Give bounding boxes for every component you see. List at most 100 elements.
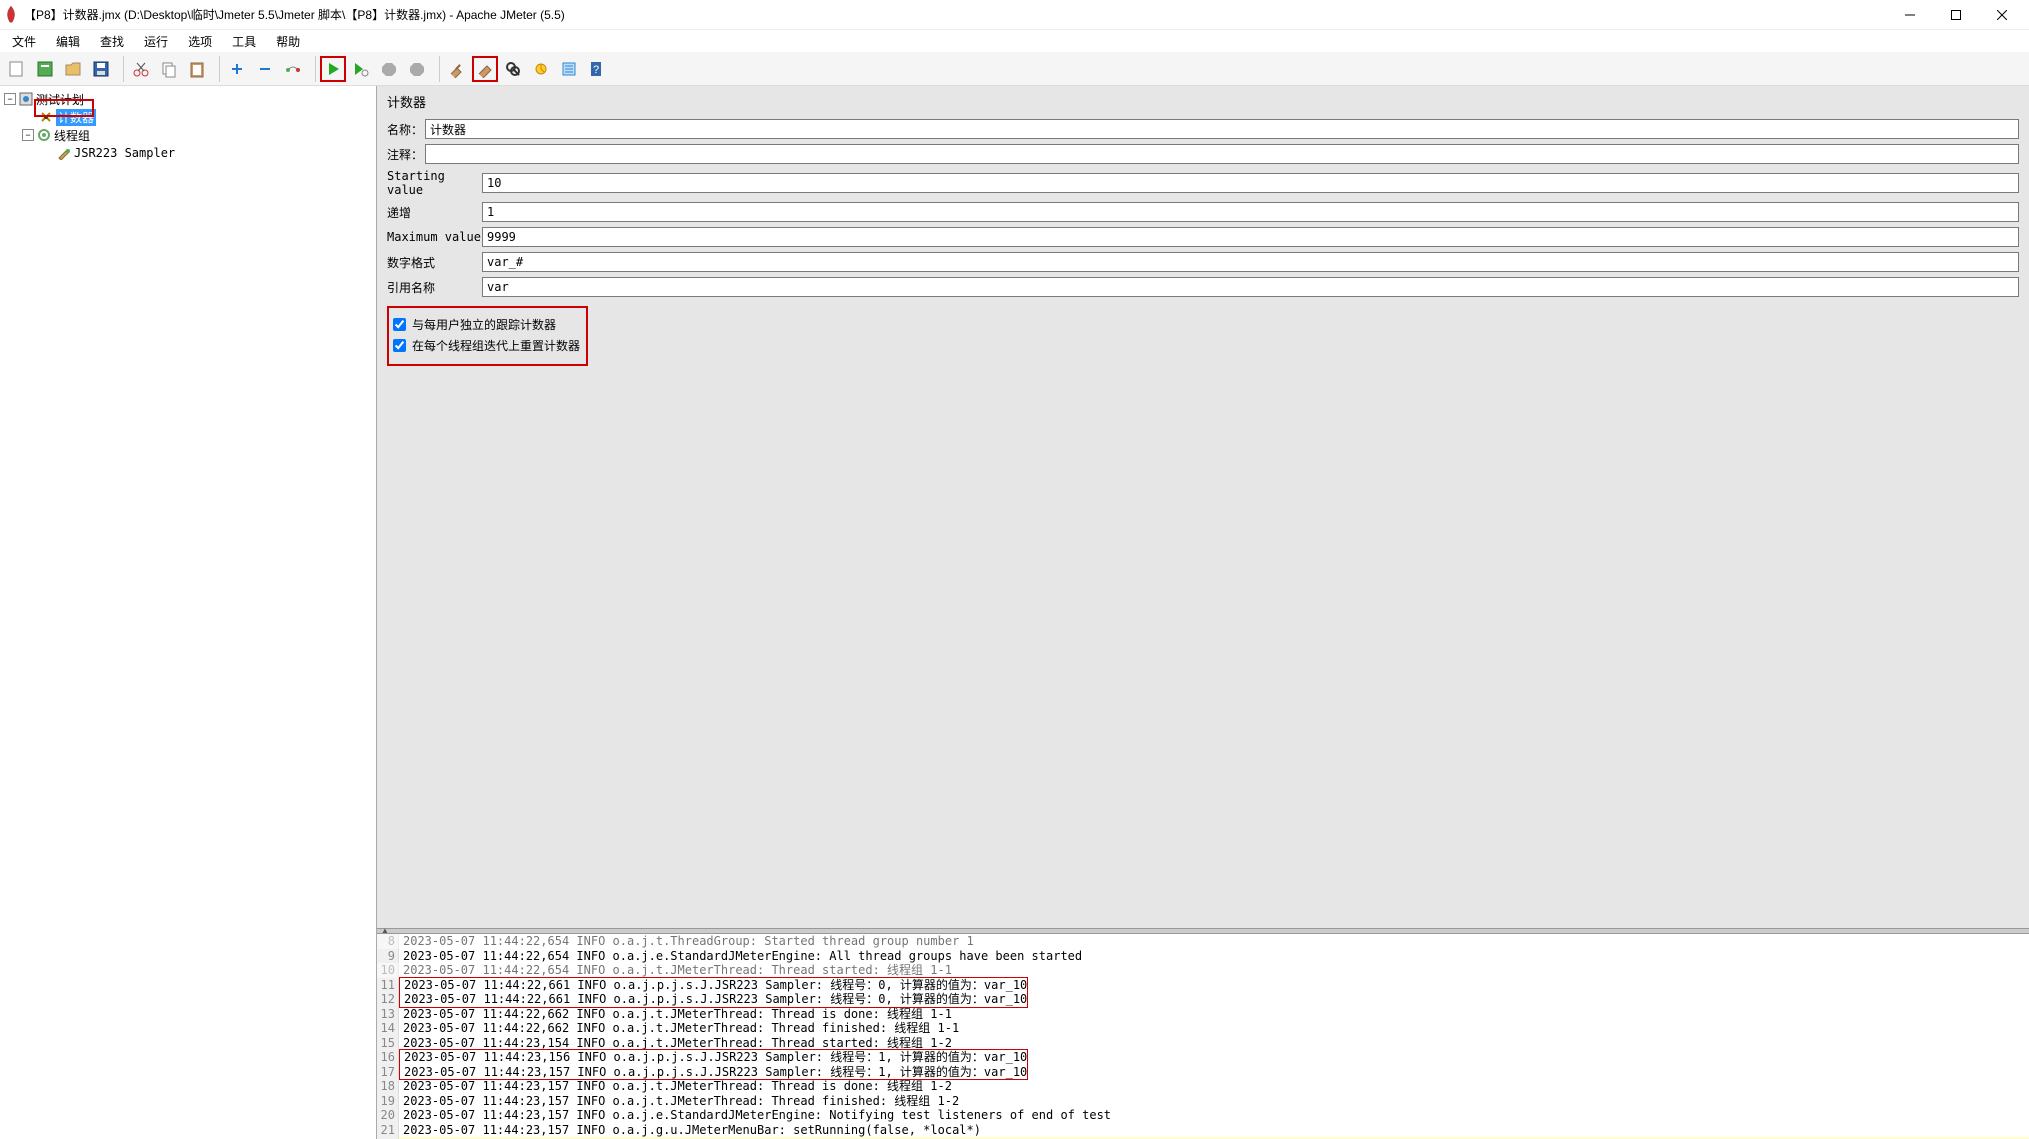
log-line: 112023-05-07 11:44:22,661 INFO o.a.j.p.j… bbox=[377, 978, 2029, 993]
name-row: 名称： bbox=[387, 119, 2019, 139]
config-form: 计数器 名称： 注释： Starting value 递增 Maximum va… bbox=[377, 86, 2029, 928]
menu-options[interactable]: 选项 bbox=[180, 31, 220, 52]
log-line: 132023-05-07 11:44:22,662 INFO o.a.j.t.J… bbox=[377, 1007, 2029, 1022]
function-helper-icon[interactable] bbox=[556, 56, 582, 82]
start-row: Starting value bbox=[387, 169, 2019, 197]
log-line: 192023-05-07 11:44:23,157 INFO o.a.j.t.J… bbox=[377, 1094, 2029, 1109]
log-text: 2023-05-07 11:44:22,654 INFO o.a.j.e.Sta… bbox=[399, 949, 1082, 963]
log-gutter: 14 bbox=[377, 1021, 399, 1036]
cut-icon[interactable] bbox=[128, 56, 154, 82]
templates-icon[interactable] bbox=[32, 56, 58, 82]
comment-input[interactable] bbox=[425, 144, 2019, 164]
log-line: 122023-05-07 11:44:22,661 INFO o.a.j.p.j… bbox=[377, 992, 2029, 1007]
log-line: 182023-05-07 11:44:23,157 INFO o.a.j.t.J… bbox=[377, 1079, 2029, 1094]
tree-sampler[interactable]: JSR223 Sampler bbox=[2, 144, 374, 162]
tree-pane: − 测试计划 计数器 − 线程组 JSR223 Sampler bbox=[0, 86, 377, 1139]
chk1-row: 与每用户独立的跟踪计数器 bbox=[393, 316, 580, 333]
start-input[interactable] bbox=[482, 173, 2019, 193]
start-label: Starting value bbox=[387, 169, 482, 197]
collapse-icon[interactable]: − bbox=[4, 93, 16, 105]
collapse-icon[interactable]: − bbox=[22, 129, 34, 141]
log-text: 2023-05-07 11:44:23,157 INFO o.a.j.t.JMe… bbox=[399, 1094, 959, 1108]
menu-file[interactable]: 文件 bbox=[4, 31, 44, 52]
open-icon[interactable] bbox=[60, 56, 86, 82]
close-button[interactable] bbox=[1979, 0, 2025, 30]
tree-threadgroup[interactable]: − 线程组 bbox=[2, 126, 374, 144]
menu-run[interactable]: 运行 bbox=[136, 31, 176, 52]
collapse-icon[interactable] bbox=[252, 56, 278, 82]
log-panel[interactable]: 82023-05-07 11:44:22,654 INFO o.a.j.t.Th… bbox=[377, 934, 2029, 1139]
comment-label: 注释： bbox=[387, 146, 425, 163]
max-input[interactable] bbox=[482, 227, 2019, 247]
log-gutter: 15 bbox=[377, 1036, 399, 1051]
name-input[interactable] bbox=[425, 119, 2019, 139]
reset-search-icon[interactable] bbox=[528, 56, 554, 82]
search-icon[interactable] bbox=[500, 56, 526, 82]
log-text: 2023-05-07 11:44:22,661 INFO o.a.j.p.j.s… bbox=[400, 992, 1027, 1006]
toggle-icon[interactable] bbox=[280, 56, 306, 82]
log-text: 2023-05-07 11:44:22,662 INFO o.a.j.t.JMe… bbox=[399, 1021, 959, 1035]
title-bar: 【P8】计数器.jmx (D:\Desktop\临时\Jmeter 5.5\Jm… bbox=[0, 0, 2029, 30]
log-text: 2023-05-07 11:44:23,157 INFO o.a.j.t.JMe… bbox=[399, 1079, 952, 1093]
log-gutter: 10 bbox=[377, 963, 399, 978]
chk1-label: 与每用户独立的跟踪计数器 bbox=[412, 316, 556, 333]
checkbox-highlight: 与每用户独立的跟踪计数器 在每个线程组迭代上重置计数器 bbox=[387, 306, 588, 366]
start-no-pause-icon[interactable] bbox=[348, 56, 374, 82]
right-pane: 计数器 名称： 注释： Starting value 递增 Maximum va… bbox=[377, 86, 2029, 1139]
menu-tools[interactable]: 工具 bbox=[224, 31, 264, 52]
help-icon[interactable]: ? bbox=[584, 56, 610, 82]
sampler-icon bbox=[56, 145, 72, 161]
fmt-input[interactable] bbox=[482, 252, 2019, 272]
clear-icon[interactable] bbox=[444, 56, 470, 82]
shutdown-icon[interactable] bbox=[404, 56, 430, 82]
log-line: 152023-05-07 11:44:23,154 INFO o.a.j.t.J… bbox=[377, 1036, 2029, 1051]
log-line: 162023-05-07 11:44:23,156 INFO o.a.j.p.j… bbox=[377, 1050, 2029, 1065]
paste-icon[interactable] bbox=[184, 56, 210, 82]
start-icon[interactable] bbox=[320, 56, 346, 82]
log-text: 2023-05-07 11:44:22,662 INFO o.a.j.t.JMe… bbox=[399, 1007, 952, 1021]
reset-iter-checkbox[interactable] bbox=[393, 339, 406, 352]
log-gutter: 8 bbox=[377, 934, 399, 949]
log-gutter: 9 bbox=[377, 949, 399, 964]
log-line: 102023-05-07 11:44:22,654 INFO o.a.j.t.J… bbox=[377, 963, 2029, 978]
log-line: 82023-05-07 11:44:22,654 INFO o.a.j.t.Th… bbox=[377, 934, 2029, 949]
log-gutter: 12 bbox=[377, 992, 399, 1007]
fmt-label: 数字格式 bbox=[387, 254, 482, 271]
form-title: 计数器 bbox=[387, 92, 2019, 111]
app-icon bbox=[4, 6, 18, 24]
log-text: 2023-05-07 11:44:23,156 INFO o.a.j.p.j.s… bbox=[400, 1050, 1027, 1064]
stop-icon[interactable] bbox=[376, 56, 402, 82]
menu-search[interactable]: 查找 bbox=[92, 31, 132, 52]
testplan-icon bbox=[18, 91, 34, 107]
expand-icon[interactable] bbox=[224, 56, 250, 82]
log-gutter: 18 bbox=[377, 1079, 399, 1094]
menu-help[interactable]: 帮助 bbox=[268, 31, 308, 52]
clear-all-icon[interactable] bbox=[472, 56, 498, 82]
chk2-row: 在每个线程组迭代上重置计数器 bbox=[393, 337, 580, 354]
maximize-button[interactable] bbox=[1933, 0, 1979, 30]
log-text: 2023-05-07 11:44:22,654 INFO o.a.j.t.Thr… bbox=[399, 934, 974, 948]
log-text: 2023-05-07 11:44:22,661 INFO o.a.j.p.j.s… bbox=[400, 978, 1027, 992]
save-icon[interactable] bbox=[88, 56, 114, 82]
copy-icon[interactable] bbox=[156, 56, 182, 82]
chk2-label: 在每个线程组迭代上重置计数器 bbox=[412, 337, 580, 354]
menu-edit[interactable]: 编辑 bbox=[48, 31, 88, 52]
log-text: 2023-05-07 11:44:23,157 INFO o.a.j.e.Sta… bbox=[399, 1108, 1111, 1122]
log-text: 2023-05-07 11:44:23,154 INFO o.a.j.t.JMe… bbox=[399, 1036, 952, 1050]
per-user-checkbox[interactable] bbox=[393, 318, 406, 331]
log-gutter: 11 bbox=[377, 978, 399, 993]
new-test-icon[interactable] bbox=[4, 56, 30, 82]
log-line: 92023-05-07 11:44:22,654 INFO o.a.j.e.St… bbox=[377, 949, 2029, 964]
tree-highlight bbox=[34, 99, 94, 117]
name-label: 名称： bbox=[387, 121, 425, 138]
log-gutter: 20 bbox=[377, 1108, 399, 1123]
toolbar: ? bbox=[0, 52, 2029, 86]
log-text: 2023-05-07 11:44:23,157 INFO o.a.j.g.u.J… bbox=[399, 1123, 981, 1137]
main-layout: − 测试计划 计数器 − 线程组 JSR223 Sampler 计数器 名称： bbox=[0, 86, 2029, 1139]
log-line: 142023-05-07 11:44:22,662 INFO o.a.j.t.J… bbox=[377, 1021, 2029, 1036]
log-gutter: 21 bbox=[377, 1123, 399, 1138]
incr-input[interactable] bbox=[482, 202, 2019, 222]
ref-input[interactable] bbox=[482, 277, 2019, 297]
log-text: 2023-05-07 11:44:22,654 INFO o.a.j.t.JMe… bbox=[399, 963, 952, 977]
minimize-button[interactable] bbox=[1887, 0, 1933, 30]
